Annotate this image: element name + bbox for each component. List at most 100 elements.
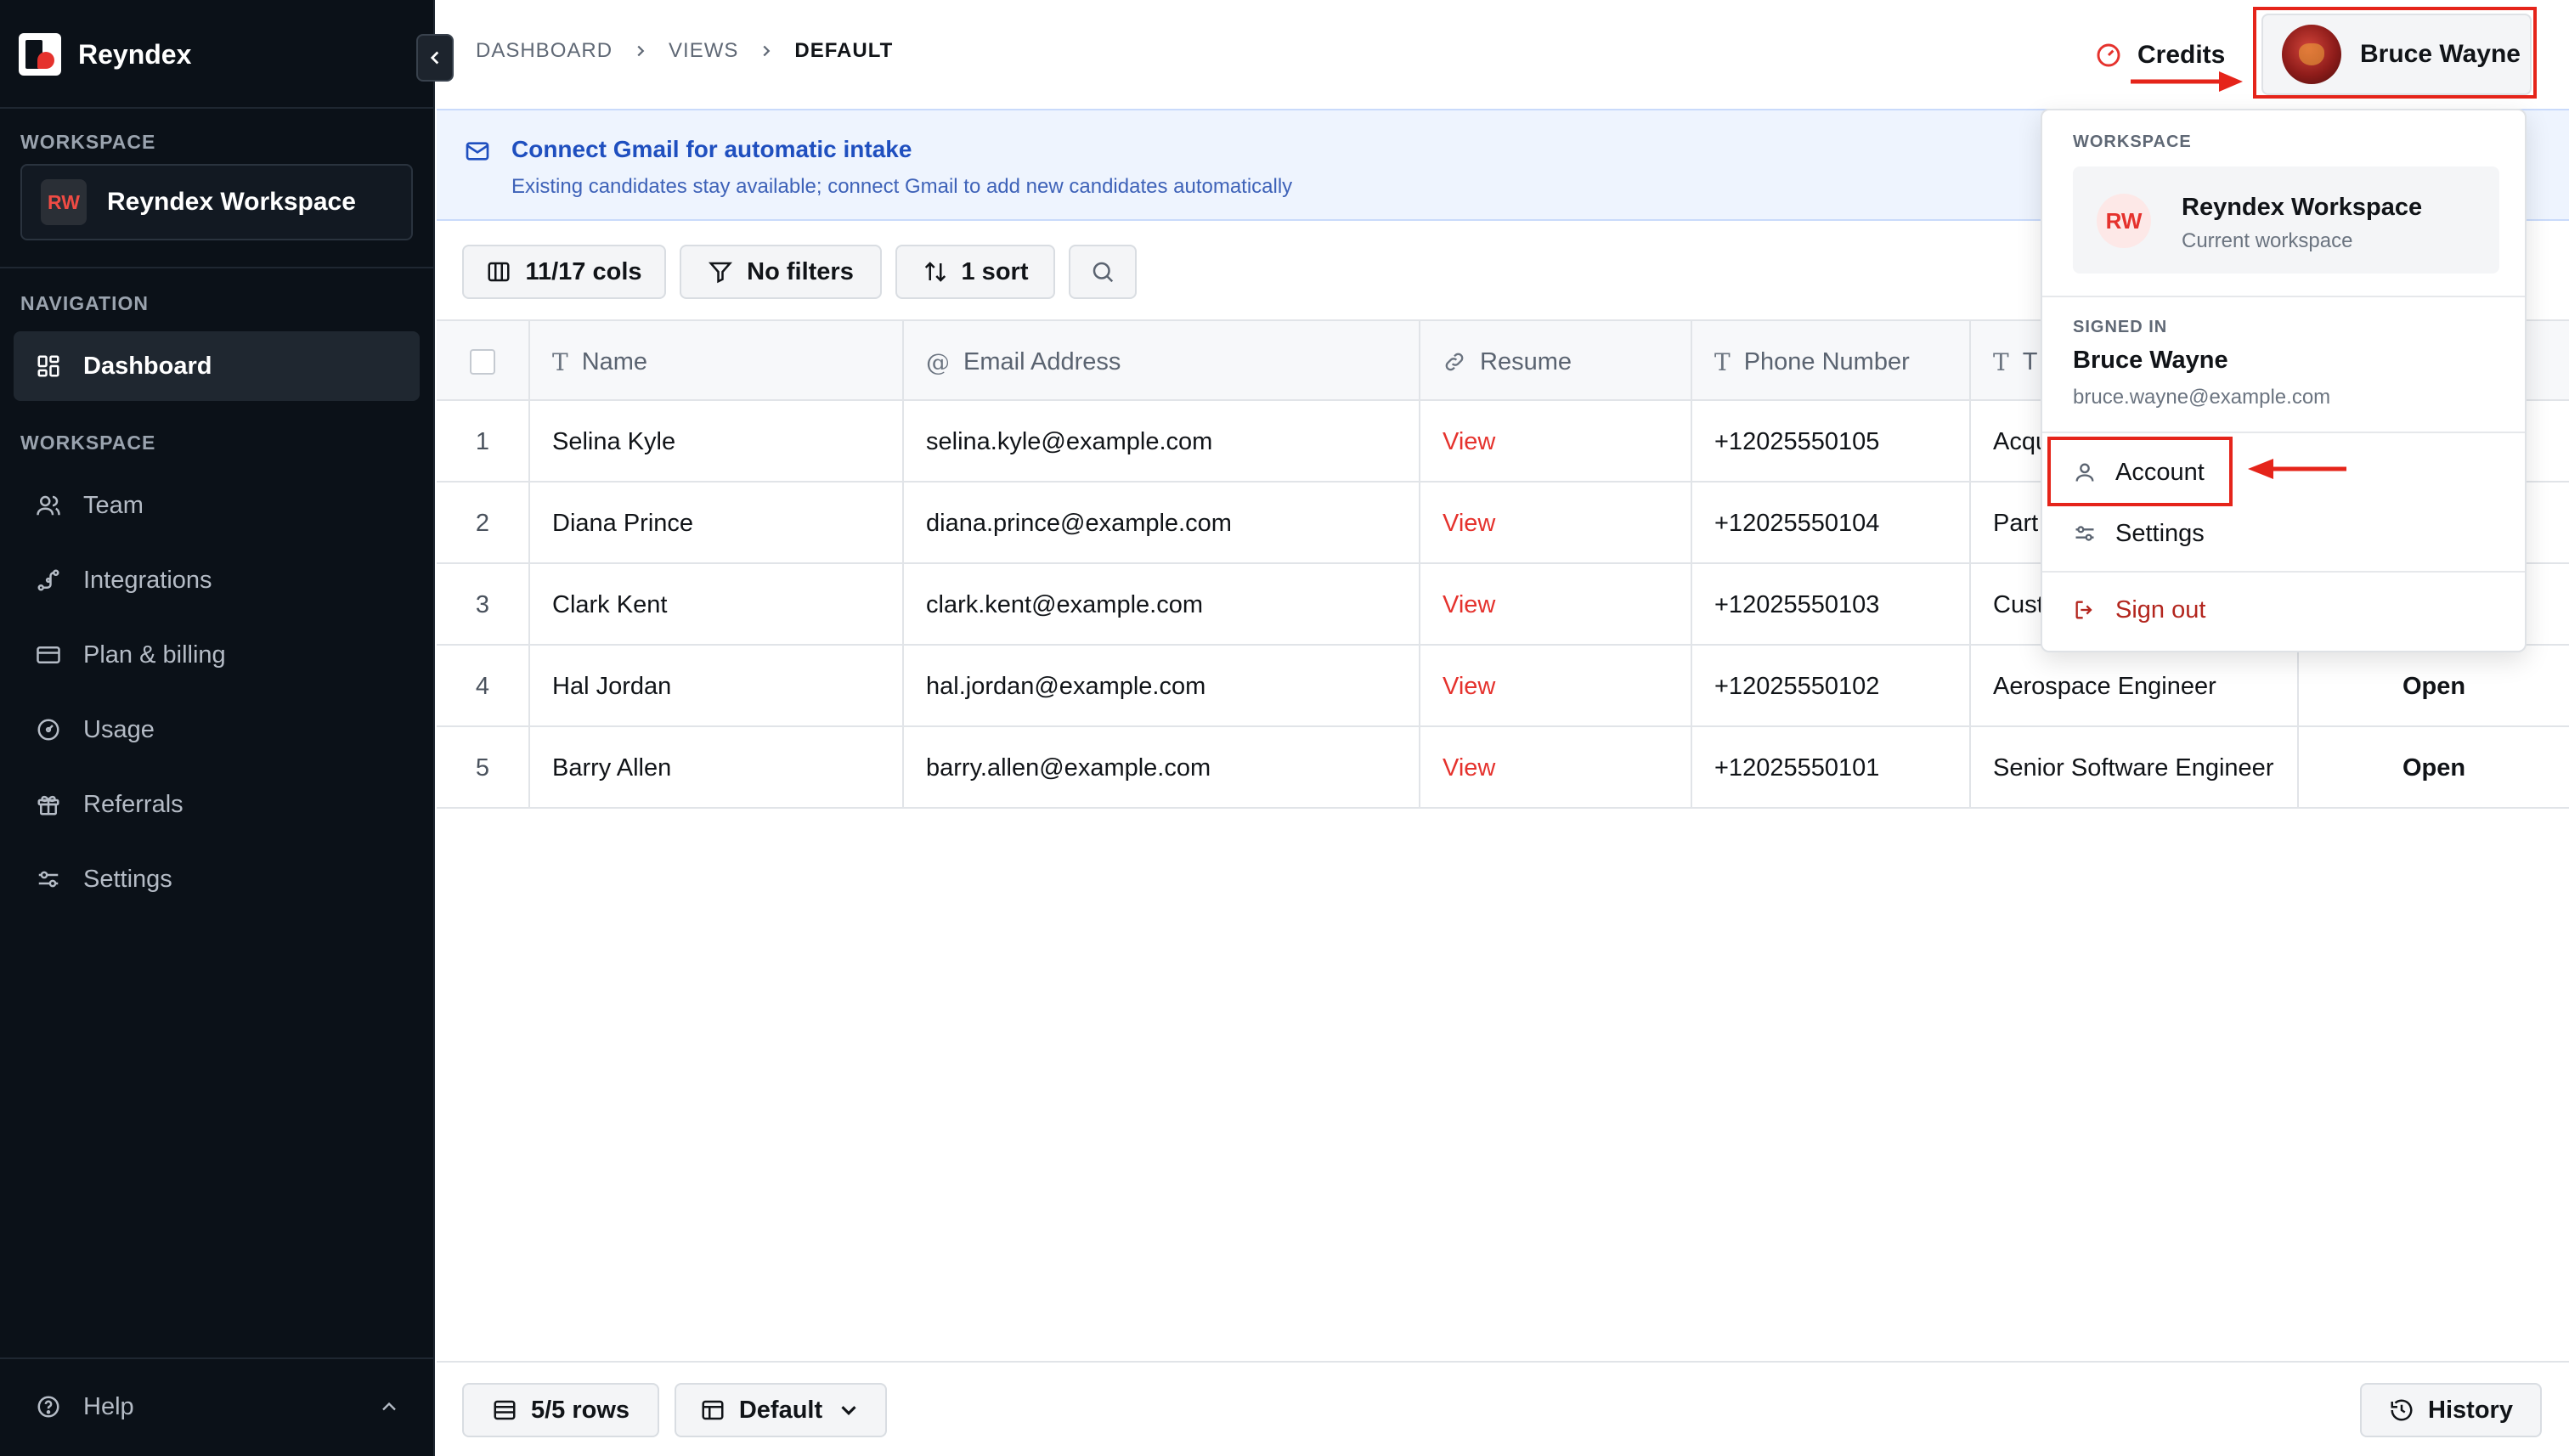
help-label: Help — [83, 1392, 134, 1420]
sidebar-item-label: Settings — [83, 865, 172, 893]
history-icon — [2391, 1399, 2413, 1421]
text-type-icon: T — [1993, 347, 2009, 376]
filters-label: No filters — [747, 257, 854, 285]
dropdown-workspace-name: Reyndex Workspace — [2182, 194, 2423, 221]
phone-cell[interactable]: +12025550105 — [1692, 401, 1971, 483]
chevron-up-icon — [382, 1402, 396, 1411]
sidebar-item-label: Team — [83, 491, 144, 519]
phone-cell[interactable]: +12025550103 — [1692, 564, 1971, 646]
annotation-arrow-left-icon — [2248, 459, 2346, 479]
resume-view-link[interactable]: View — [1420, 646, 1692, 727]
status-cell[interactable]: Open — [2299, 727, 2569, 809]
phone-cell[interactable]: +12025550101 — [1692, 727, 1971, 809]
title-cell[interactable]: Aerospace Engineer — [1971, 646, 2299, 727]
name-cell[interactable]: Diana Prince — [530, 483, 904, 564]
sidebar-item-integrations[interactable]: Integrations — [14, 545, 420, 615]
sidebar-item-label: Referrals — [83, 790, 184, 818]
chevron-right-icon — [763, 45, 771, 57]
search-icon — [1093, 262, 1114, 283]
phone-cell[interactable]: +12025550104 — [1692, 483, 1971, 564]
text-type-icon: T — [552, 347, 568, 376]
dropdown-signed-in-heading: SIGNED IN — [2073, 318, 2168, 336]
reyndex-logo-icon — [19, 33, 61, 76]
sidebar-workspace-nav-heading: WORKSPACE — [20, 432, 156, 454]
settings-menu-item[interactable]: Settings — [2073, 510, 2205, 557]
name-cell[interactable]: Selina Kyle — [530, 401, 904, 483]
status-cell[interactable]: Open — [2299, 646, 2569, 727]
view-select[interactable]: Default — [675, 1383, 887, 1437]
sort-button[interactable]: 1 sort — [895, 245, 1055, 299]
column-header-email[interactable]: @ Email Address — [904, 321, 1420, 403]
columns-button[interactable]: 11/17 cols — [462, 245, 666, 299]
dropdown-workspace-card[interactable]: RW Reyndex Workspace Current workspace — [2073, 166, 2499, 274]
banner-subtitle: Existing candidates stay available; conn… — [511, 175, 1293, 198]
table-row[interactable]: 4 Hal Jordan hal.jordan@example.com View… — [437, 646, 2569, 727]
column-header-phone[interactable]: T Phone Number — [1692, 321, 1971, 403]
workspace-avatar: RW — [2097, 194, 2151, 248]
user-menu-dropdown: WORKSPACE RW Reyndex Workspace Current w… — [2041, 109, 2527, 652]
sidebar-divider — [0, 267, 435, 268]
name-cell[interactable]: Clark Kent — [530, 564, 904, 646]
email-cell[interactable]: diana.prince@example.com — [904, 483, 1420, 564]
sidebar-item-settings[interactable]: Settings — [14, 844, 420, 914]
workspace-switcher[interactable]: RW Reyndex Workspace — [20, 164, 413, 240]
help-menu[interactable]: Help — [14, 1373, 420, 1441]
sidebar-navigation-heading: NAVIGATION — [20, 292, 149, 314]
chevron-left-icon — [430, 51, 439, 65]
settings-label: Settings — [2115, 519, 2205, 547]
select-all-checkbox[interactable] — [470, 349, 495, 375]
dashboard-icon — [37, 355, 59, 377]
columns-icon — [488, 262, 510, 282]
sign-out-menu-item[interactable]: Sign out — [2073, 586, 2205, 634]
sliders-icon — [38, 871, 59, 888]
logout-icon — [2075, 601, 2092, 619]
email-cell[interactable]: selina.kyle@example.com — [904, 401, 1420, 483]
sidebar-item-dashboard[interactable]: Dashboard — [14, 331, 420, 401]
title-cell[interactable]: Senior Software Engineer — [1971, 727, 2299, 809]
rows-icon — [494, 1400, 516, 1420]
column-header-name[interactable]: T Name — [530, 321, 904, 403]
sidebar-divider — [0, 107, 435, 109]
name-cell[interactable]: Hal Jordan — [530, 646, 904, 727]
banner-title[interactable]: Connect Gmail for automatic intake — [511, 136, 912, 163]
sidebar-item-plan-billing[interactable]: Plan & billing — [14, 620, 420, 690]
chevron-right-icon — [637, 45, 645, 57]
resume-view-link[interactable]: View — [1420, 564, 1692, 646]
resume-view-link[interactable]: View — [1420, 727, 1692, 809]
email-cell[interactable]: barry.allen@example.com — [904, 727, 1420, 809]
collapse-sidebar-button[interactable] — [416, 34, 454, 82]
sidebar-item-usage[interactable]: Usage — [14, 695, 420, 765]
sidebar: Reyndex WORKSPACE RW Reyndex Workspace N… — [0, 0, 435, 1456]
view-label: Default — [738, 1396, 823, 1424]
brand[interactable]: Reyndex — [19, 32, 191, 76]
history-label: History — [2428, 1396, 2513, 1424]
breadcrumb-dashboard[interactable]: DASHBOARD — [476, 39, 613, 63]
table-row[interactable]: 5 Barry Allen barry.allen@example.com Vi… — [437, 727, 2569, 809]
breadcrumb-views[interactable]: VIEWS — [669, 39, 738, 63]
email-cell[interactable]: hal.jordan@example.com — [904, 646, 1420, 727]
history-button[interactable]: History — [2360, 1383, 2542, 1437]
resume-view-link[interactable]: View — [1420, 483, 1692, 564]
sidebar-divider — [0, 1357, 435, 1359]
name-cell[interactable]: Barry Allen — [530, 727, 904, 809]
sidebar-item-team[interactable]: Team — [14, 471, 420, 540]
dropdown-divider — [2042, 432, 2525, 433]
sidebar-item-referrals[interactable]: Referrals — [14, 770, 420, 839]
user-menu-button[interactable]: Bruce Wayne — [2261, 14, 2532, 95]
account-menu-item[interactable]: Account — [2073, 449, 2205, 496]
row-number: 1 — [437, 401, 530, 483]
dropdown-workspace-heading: WORKSPACE — [2073, 133, 2192, 151]
dropdown-user-email: bruce.wayne@example.com — [2073, 386, 2331, 409]
resume-view-link[interactable]: View — [1420, 401, 1692, 483]
phone-cell[interactable]: +12025550102 — [1692, 646, 1971, 727]
workspace-name: Reyndex Workspace — [107, 188, 356, 216]
sidebar-item-label: Dashboard — [83, 352, 212, 380]
search-button[interactable] — [1069, 245, 1137, 299]
row-number: 2 — [437, 483, 530, 564]
email-cell[interactable]: clark.kent@example.com — [904, 564, 1420, 646]
row-number: 4 — [437, 646, 530, 727]
column-header-resume[interactable]: Resume — [1420, 321, 1692, 403]
chevron-down-icon — [841, 1406, 856, 1415]
filters-button[interactable]: No filters — [680, 245, 882, 299]
rows-button[interactable]: 5/5 rows — [462, 1383, 659, 1437]
